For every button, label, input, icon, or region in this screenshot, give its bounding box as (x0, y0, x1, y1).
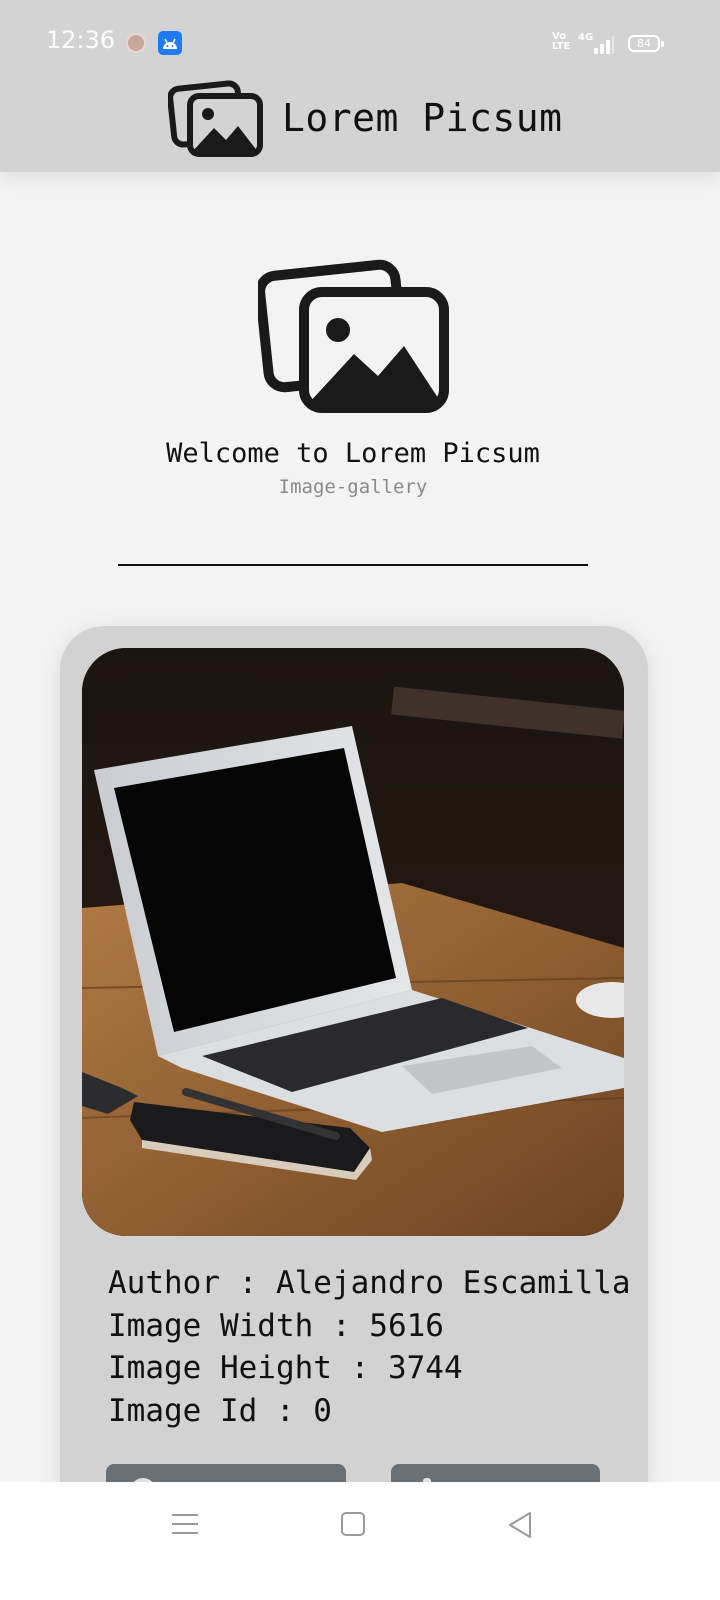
app-title: Lorem Picsum (282, 96, 563, 140)
system-nav-bar (0, 1482, 720, 1600)
divider (118, 564, 588, 566)
notification-app-icon (126, 33, 146, 53)
gallery-hero-icon (255, 258, 450, 418)
width-text: Image Width : 5616 (108, 1307, 444, 1344)
image-card: Author : Alejandro Escamilla Image Width… (60, 626, 648, 1526)
menu-icon[interactable] (172, 1512, 198, 1536)
status-bar: 12:36 Vo LTE 4G 84 (0, 0, 720, 80)
image-info: Author : Alejandro Escamilla Image Width… (108, 1262, 631, 1432)
status-time: 12:36 (46, 26, 116, 54)
signal-icon (588, 34, 614, 54)
home-icon[interactable] (341, 1512, 365, 1536)
battery-icon: 84 (628, 35, 664, 52)
subtitle: Image-gallery (278, 476, 428, 498)
back-icon[interactable] (506, 1510, 534, 1544)
gallery-image[interactable] (82, 648, 624, 1236)
gallery-icon (167, 80, 264, 162)
volte-indicator: Vo LTE (552, 31, 571, 52)
top-bar: 12:36 Vo LTE 4G 84 Lorem Picsum (0, 0, 720, 172)
android-notification-icon (158, 31, 182, 55)
height-text: Image Height : 3744 (108, 1350, 463, 1386)
welcome-heading: Welcome to Lorem Picsum (166, 438, 540, 469)
author-text: Author : Alejandro Escamilla (108, 1265, 631, 1301)
id-text: Image Id : 0 (108, 1392, 332, 1429)
